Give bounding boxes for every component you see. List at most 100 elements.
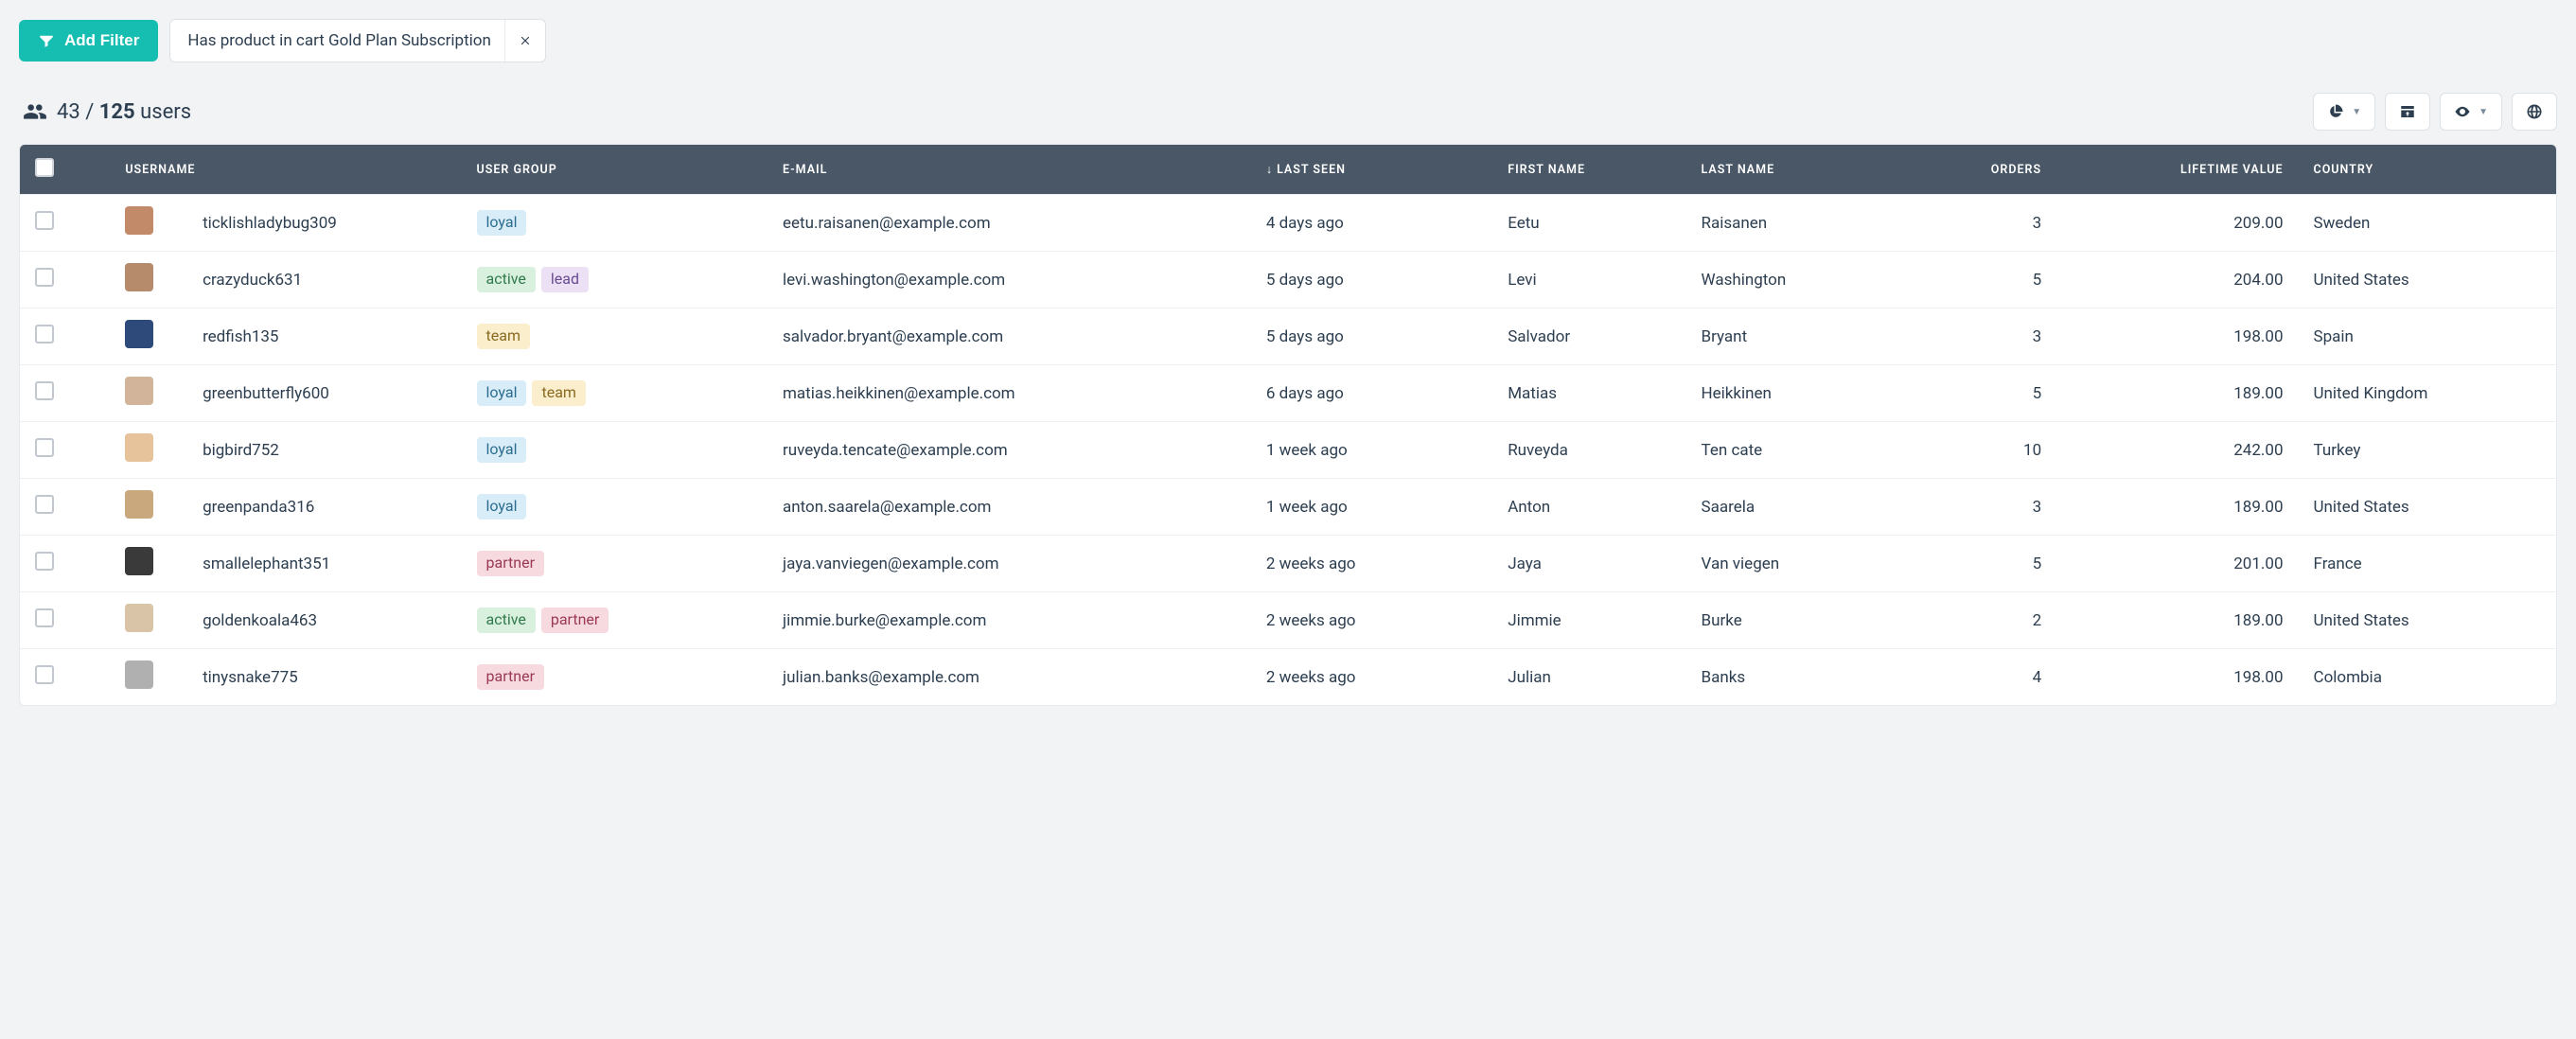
cell-orders: 10 <box>1896 422 2056 479</box>
col-email[interactable]: E-MAIL <box>768 145 1251 195</box>
user-group-tag: partner <box>477 551 544 576</box>
cell-lifetime-value: 198.00 <box>2056 649 2298 706</box>
cell-user-group: team <box>462 308 768 365</box>
cell-lifetime-value: 204.00 <box>2056 252 2298 308</box>
col-username[interactable]: USERNAME <box>110 145 461 195</box>
row-checkbox[interactable] <box>35 665 54 684</box>
eye-icon <box>2454 103 2471 120</box>
region-button[interactable] <box>2512 93 2557 131</box>
col-last-seen[interactable]: ↓LAST SEEN <box>1251 145 1492 195</box>
table-row[interactable]: crazyduck631activeleadlevi.washington@ex… <box>20 252 2556 308</box>
cell-orders: 5 <box>1896 365 2056 422</box>
row-checkbox[interactable] <box>35 211 54 230</box>
cell-email: julian.banks@example.com <box>768 649 1251 706</box>
table-row[interactable]: greenbutterfly600loyalteammatias.heikkin… <box>20 365 2556 422</box>
cell-last-seen: 1 week ago <box>1251 479 1492 536</box>
cell-last-name: Bryant <box>1686 308 1896 365</box>
table-row[interactable]: tinysnake775partnerjulian.banks@example.… <box>20 649 2556 706</box>
close-icon <box>519 34 532 47</box>
row-checkbox[interactable] <box>35 325 54 343</box>
cell-lifetime-value: 189.00 <box>2056 592 2298 649</box>
filtered-count: 43 <box>57 100 80 124</box>
user-group-tag: loyal <box>477 437 527 463</box>
col-first-name[interactable]: FIRST NAME <box>1492 145 1685 195</box>
row-checkbox[interactable] <box>35 495 54 514</box>
open-in-browser-icon <box>2399 103 2416 120</box>
table-row[interactable]: smallelephant351partnerjaya.vanviegen@ex… <box>20 536 2556 592</box>
avatar <box>125 660 153 689</box>
table-row[interactable]: goldenkoala463activepartnerjimmie.burke@… <box>20 592 2556 649</box>
col-orders[interactable]: ORDERS <box>1896 145 2056 195</box>
avatar <box>125 604 153 632</box>
users-label: users <box>140 100 191 124</box>
cell-country: United States <box>2299 592 2556 649</box>
cell-first-name: Salvador <box>1492 308 1685 365</box>
avatar <box>125 433 153 462</box>
users-count: 43 / 125 users <box>23 99 191 124</box>
cell-lifetime-value: 201.00 <box>2056 536 2298 592</box>
user-group-tag: active <box>477 608 536 633</box>
cell-username: tinysnake775 <box>187 649 461 706</box>
table-actions: ▼ ▼ <box>2313 93 2557 131</box>
filter-chip[interactable]: Has product in cart Gold Plan Subscripti… <box>169 19 546 62</box>
cell-email: jimmie.burke@example.com <box>768 592 1251 649</box>
filter-chip-remove[interactable] <box>504 20 545 62</box>
cell-email: levi.washington@example.com <box>768 252 1251 308</box>
user-group-tag: team <box>532 380 585 406</box>
filter-icon <box>38 32 55 49</box>
export-button[interactable] <box>2385 93 2430 131</box>
cell-last-seen: 1 week ago <box>1251 422 1492 479</box>
select-all-header <box>20 145 110 195</box>
cell-user-group: activepartner <box>462 592 768 649</box>
cell-orders: 5 <box>1896 252 2056 308</box>
col-user-group[interactable]: USER GROUP <box>462 145 768 195</box>
table-row[interactable]: ticklishladybug309loyaleetu.raisanen@exa… <box>20 195 2556 252</box>
cell-orders: 5 <box>1896 536 2056 592</box>
row-checkbox[interactable] <box>35 268 54 287</box>
table-row[interactable]: redfish135teamsalvador.bryant@example.co… <box>20 308 2556 365</box>
filter-bar: Add Filter Has product in cart Gold Plan… <box>0 19 2576 85</box>
cell-lifetime-value: 189.00 <box>2056 365 2298 422</box>
cell-orders: 3 <box>1896 308 2056 365</box>
cell-username: crazyduck631 <box>187 252 461 308</box>
cell-first-name: Matias <box>1492 365 1685 422</box>
row-checkbox[interactable] <box>35 381 54 400</box>
add-filter-button[interactable]: Add Filter <box>19 20 158 62</box>
table-header-bar: 43 / 125 users ▼ ▼ <box>0 85 2576 144</box>
cell-username: greenbutterfly600 <box>187 365 461 422</box>
pie-chart-icon <box>2327 103 2344 120</box>
cell-first-name: Eetu <box>1492 195 1685 252</box>
col-lifetime-value[interactable]: LIFETIME VALUE <box>2056 145 2298 195</box>
visibility-button[interactable]: ▼ <box>2440 93 2502 131</box>
cell-last-seen: 5 days ago <box>1251 252 1492 308</box>
filter-chip-label: Has product in cart Gold Plan Subscripti… <box>187 31 491 50</box>
user-group-tag: active <box>477 267 536 292</box>
users-icon <box>23 99 47 124</box>
select-all-checkbox[interactable] <box>35 158 54 177</box>
cell-last-seen: 6 days ago <box>1251 365 1492 422</box>
cell-lifetime-value: 242.00 <box>2056 422 2298 479</box>
row-checkbox[interactable] <box>35 552 54 571</box>
cell-first-name: Anton <box>1492 479 1685 536</box>
table-row[interactable]: bigbird752loyalruveyda.tencate@example.c… <box>20 422 2556 479</box>
chevron-down-icon: ▼ <box>2479 107 2488 117</box>
cell-country: United States <box>2299 479 2556 536</box>
chart-button[interactable]: ▼ <box>2313 93 2375 131</box>
cell-username: goldenkoala463 <box>187 592 461 649</box>
row-checkbox[interactable] <box>35 438 54 457</box>
row-checkbox[interactable] <box>35 608 54 627</box>
table-row[interactable]: greenpanda316loyalanton.saarela@example.… <box>20 479 2556 536</box>
cell-user-group: partner <box>462 536 768 592</box>
cell-username: bigbird752 <box>187 422 461 479</box>
cell-lifetime-value: 189.00 <box>2056 479 2298 536</box>
cell-last-name: Banks <box>1686 649 1896 706</box>
cell-user-group: partner <box>462 649 768 706</box>
col-country[interactable]: COUNTRY <box>2299 145 2556 195</box>
cell-country: United Kingdom <box>2299 365 2556 422</box>
avatar <box>125 547 153 575</box>
col-last-name[interactable]: LAST NAME <box>1686 145 1896 195</box>
cell-last-seen: 4 days ago <box>1251 195 1492 252</box>
chevron-down-icon: ▼ <box>2352 107 2361 117</box>
avatar <box>125 320 153 348</box>
cell-last-name: Washington <box>1686 252 1896 308</box>
